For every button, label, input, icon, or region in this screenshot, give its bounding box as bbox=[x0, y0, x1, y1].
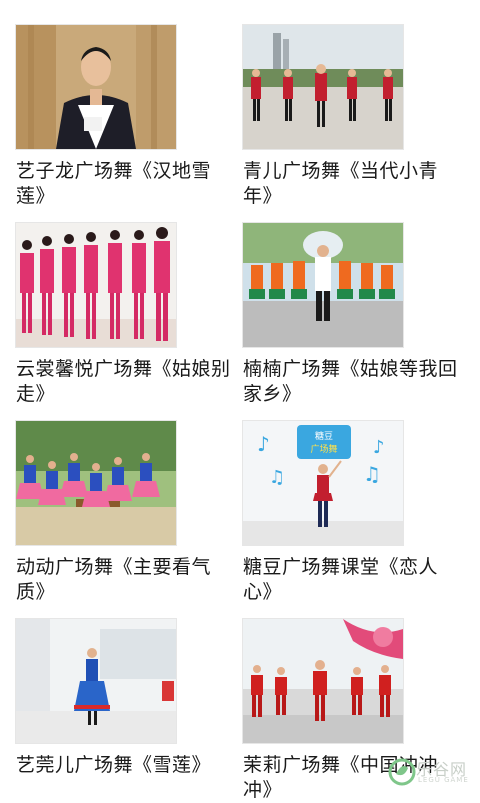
video-card[interactable]: 艺莞儿广场舞《雪莲》 bbox=[16, 619, 231, 778]
watermark-subtext: LEGU GAME bbox=[418, 776, 469, 784]
video-card[interactable]: 糖豆 广场舞 ♪ ♫ ♪ ♫ 糖豆广场舞课堂《恋人心》 bbox=[243, 421, 458, 605]
music-note-icon: ♪ bbox=[257, 432, 270, 456]
video-card[interactable]: 艺子龙广场舞《汉地雪莲》 bbox=[16, 25, 231, 209]
video-title[interactable]: 青儿广场舞《当代小青年》 bbox=[243, 159, 458, 209]
video-thumbnail[interactable] bbox=[243, 223, 403, 347]
video-title[interactable]: 动动广场舞《主要看气质》 bbox=[16, 555, 231, 605]
video-thumbnail[interactable] bbox=[243, 619, 403, 743]
video-thumbnail[interactable] bbox=[16, 223, 176, 347]
video-thumbnail[interactable]: 糖豆 广场舞 ♪ ♫ ♪ ♫ bbox=[243, 421, 403, 545]
video-title[interactable]: 艺莞儿广场舞《雪莲》 bbox=[16, 753, 231, 778]
video-grid: 艺子龙广场舞《汉地雪莲》 青儿广场舞《当代小青年》 云裳馨悦广场舞《姑娘别走》 … bbox=[0, 0, 480, 801]
video-title[interactable]: 楠楠广场舞《姑娘等我回家乡》 bbox=[243, 357, 458, 407]
video-thumbnail[interactable] bbox=[243, 25, 403, 149]
video-card[interactable]: 云裳馨悦广场舞《姑娘别走》 bbox=[16, 223, 231, 407]
video-thumbnail[interactable] bbox=[16, 421, 176, 545]
video-title[interactable]: 云裳馨悦广场舞《姑娘别走》 bbox=[16, 357, 231, 407]
logo-icon bbox=[388, 758, 416, 786]
video-title[interactable]: 糖豆广场舞课堂《恋人心》 bbox=[243, 555, 458, 605]
music-note-icon: ♫ bbox=[363, 462, 381, 486]
video-card[interactable]: 青儿广场舞《当代小青年》 bbox=[243, 25, 458, 209]
music-note-icon: ♪ bbox=[373, 437, 385, 458]
video-thumbnail[interactable] bbox=[16, 25, 176, 149]
video-card[interactable]: 楠楠广场舞《姑娘等我回家乡》 bbox=[243, 223, 458, 407]
site-watermark: 乐谷网 LEGU GAME bbox=[388, 748, 478, 798]
video-card[interactable]: 动动广场舞《主要看气质》 bbox=[16, 421, 231, 605]
music-note-icon: ♫ bbox=[269, 467, 285, 488]
video-title[interactable]: 艺子龙广场舞《汉地雪莲》 bbox=[16, 159, 231, 209]
show-logo-text: 糖豆 bbox=[315, 430, 333, 442]
video-thumbnail[interactable] bbox=[16, 619, 176, 743]
show-logo-text: 广场舞 bbox=[310, 443, 337, 455]
